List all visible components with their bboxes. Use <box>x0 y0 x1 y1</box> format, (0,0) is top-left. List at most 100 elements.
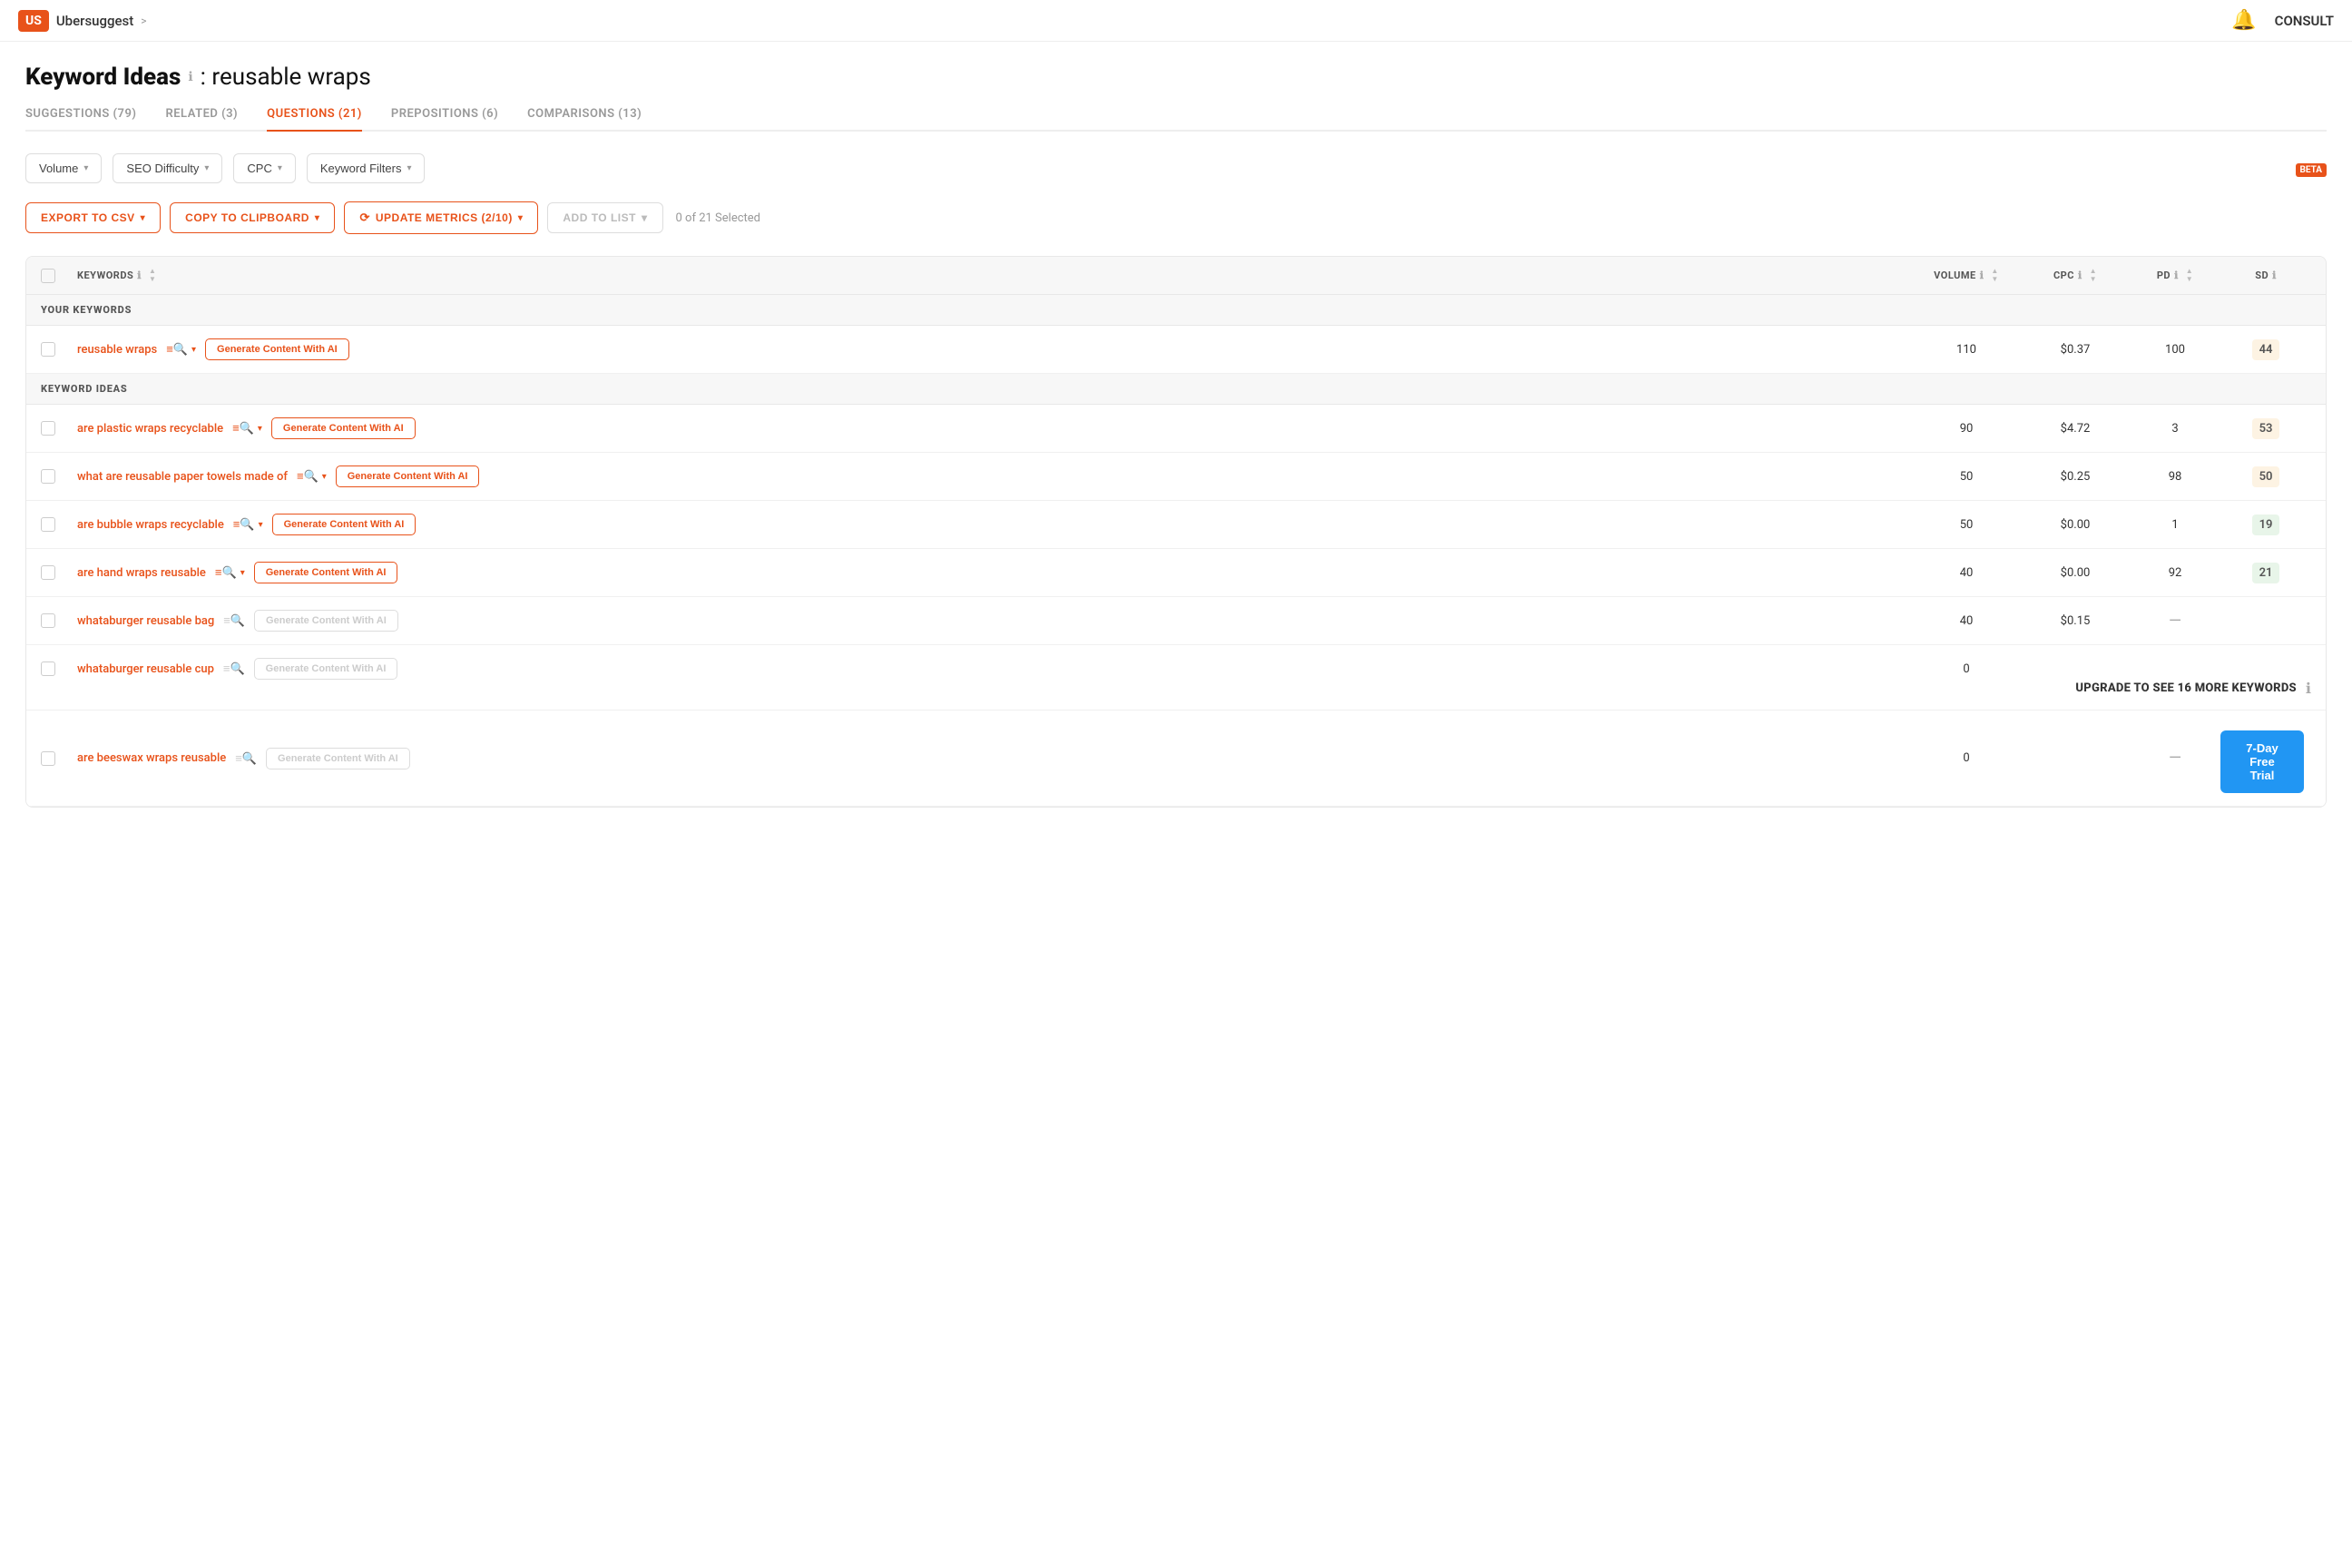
nav-left: US Ubersuggest > <box>18 10 147 32</box>
filter-cpc[interactable]: CPC ▾ <box>233 153 295 183</box>
header-cpc: CPC ℹ ▲▼ <box>2021 268 2130 283</box>
update-metrics-button[interactable]: ⟳ UPDATE METRICS (2/10) ▾ <box>344 201 538 234</box>
dropdown-icon[interactable]: ▾ <box>259 520 263 530</box>
add-to-list-label: ADD TO LIST <box>563 211 636 224</box>
search-icon[interactable]: ≡🔍 <box>232 421 254 436</box>
copy-clipboard-button[interactable]: COPY TO CLIPBOARD ▾ <box>170 202 335 233</box>
beta-badge: BETA <box>2296 163 2328 177</box>
dropdown-icon[interactable]: ▾ <box>191 345 196 355</box>
upgrade-info-icon[interactable]: ℹ <box>2306 680 2311 697</box>
cpc-info-icon[interactable]: ℹ <box>2078 270 2082 281</box>
tab-questions[interactable]: QUESTIONS (21) <box>267 107 362 132</box>
filter-seo-chevron: ▾ <box>204 163 209 173</box>
generate-content-button[interactable]: Generate Content With AI <box>336 466 480 487</box>
keywords-info-icon[interactable]: ℹ <box>137 270 142 281</box>
sd-info-icon[interactable]: ℹ <box>2272 270 2277 281</box>
row-checkbox[interactable] <box>41 342 55 357</box>
table-row: whataburger reusable bag ≡🔍 Generate Con… <box>26 597 2326 645</box>
export-csv-button[interactable]: EXPORT TO CSV ▾ <box>25 202 161 233</box>
search-icon[interactable]: ≡🔍 <box>297 469 318 484</box>
filter-volume[interactable]: Volume ▾ <box>25 153 102 183</box>
dropdown-icon[interactable]: ▾ <box>240 568 245 578</box>
pd-info-icon[interactable]: ℹ <box>2174 270 2179 281</box>
table-header: KEYWORDS ℹ ▲▼ VOLUME ℹ ▲▼ CPC ℹ ▲▼ <box>26 257 2326 295</box>
table-row: whataburger reusable cup ≡🔍 Generate Con… <box>26 645 2326 710</box>
tab-related[interactable]: RELATED (3) <box>165 107 238 132</box>
consult-text: CONSULT <box>2275 13 2334 29</box>
keywords-sort[interactable]: ▲▼ <box>149 268 156 283</box>
pd-value: 100 <box>2130 343 2220 357</box>
volume-value: 50 <box>1912 518 2021 532</box>
row-checkbox[interactable] <box>41 613 55 628</box>
keyword-link[interactable]: whataburger reusable cup <box>77 662 214 676</box>
select-all-checkbox[interactable] <box>41 269 55 283</box>
header-pd: PD ℹ ▲▼ <box>2130 268 2220 283</box>
table-row: are hand wraps reusable ≡🔍 ▾ Generate Co… <box>26 549 2326 597</box>
cpc-sort[interactable]: ▲▼ <box>2090 268 2097 283</box>
keyword-link[interactable]: are hand wraps reusable <box>77 566 206 580</box>
tab-suggestions[interactable]: SUGGESTIONS (79) <box>25 107 136 132</box>
volume-value: 40 <box>1912 614 2021 628</box>
row-checkbox[interactable] <box>41 565 55 580</box>
sd-cell: 44 <box>2220 342 2311 357</box>
filter-keyword-label: Keyword Filters <box>320 162 402 175</box>
search-icon[interactable]: ≡🔍 <box>215 565 237 580</box>
search-icon: ≡🔍 <box>223 613 245 628</box>
free-trial-button[interactable]: 7-Day Free Trial <box>2220 730 2304 793</box>
title-info-icon[interactable]: ℹ <box>188 70 192 84</box>
search-icon[interactable]: ≡🔍 <box>166 342 188 357</box>
tab-prepositions[interactable]: PREPOSITIONS (6) <box>391 107 498 132</box>
volume-info-icon[interactable]: ℹ <box>1980 270 1984 281</box>
row-checkbox[interactable] <box>41 421 55 436</box>
volume-value: 40 <box>1912 566 2021 580</box>
keyword-link[interactable]: what are reusable paper towels made of <box>77 470 288 484</box>
search-icon[interactable]: ≡🔍 <box>233 517 255 532</box>
cpc-value: $0.00 <box>2021 518 2130 532</box>
table-row: reusable wraps ≡🔍 ▾ Generate Content Wit… <box>26 326 2326 374</box>
generate-content-button-disabled: Generate Content With AI <box>254 658 398 680</box>
add-to-list-button[interactable]: ADD TO LIST ▾ <box>547 202 662 233</box>
sd-cell: 21 <box>2220 565 2311 580</box>
row-checkbox[interactable] <box>41 751 55 766</box>
filter-cpc-chevron: ▾ <box>278 163 282 173</box>
keyword-cell: what are reusable paper towels made of ≡… <box>77 466 1912 487</box>
bell-icon: 🔔 <box>2231 9 2256 32</box>
row-checkbox-cell <box>41 662 77 676</box>
tab-comparisons[interactable]: COMPARISONS (13) <box>527 107 642 132</box>
tabs-row: SUGGESTIONS (79) RELATED (3) QUESTIONS (… <box>25 107 2327 132</box>
top-nav: US Ubersuggest > 🔔 CONSULT <box>0 0 2352 42</box>
keyword-link[interactable]: reusable wraps <box>77 343 157 357</box>
keyword-link[interactable]: are plastic wraps recyclable <box>77 422 223 436</box>
filter-keyword-filters[interactable]: Keyword Filters ▾ <box>307 153 426 183</box>
keyword-link[interactable]: whataburger reusable bag <box>77 614 214 628</box>
sd-cell: 53 <box>2220 421 2311 436</box>
nav-logo: US <box>18 10 49 32</box>
keyword-icons: ≡🔍 <box>235 751 257 766</box>
cpc-value: $0.00 <box>2021 566 2130 580</box>
update-metrics-label: UPDATE METRICS (2/10) <box>376 211 513 224</box>
generate-content-button[interactable]: Generate Content With AI <box>271 417 416 439</box>
header-checkbox-cell <box>41 269 77 283</box>
generate-content-button-disabled: Generate Content With AI <box>266 748 410 769</box>
volume-value: 0 <box>1912 662 2021 676</box>
row-checkbox-cell <box>41 565 77 580</box>
dropdown-icon[interactable]: ▾ <box>322 472 327 482</box>
dropdown-icon[interactable]: ▾ <box>258 424 262 434</box>
volume-value: 50 <box>1912 470 2021 484</box>
export-csv-chevron: ▾ <box>141 213 146 223</box>
sd-cell: 19 <box>2220 517 2311 532</box>
generate-content-button[interactable]: Generate Content With AI <box>205 338 349 360</box>
pd-sort[interactable]: ▲▼ <box>2186 268 2193 283</box>
filter-seo-difficulty[interactable]: SEO Difficulty ▾ <box>113 153 222 183</box>
row-checkbox[interactable] <box>41 469 55 484</box>
pd-value: 98 <box>2130 470 2220 484</box>
keyword-name: : reusable wraps <box>201 64 371 91</box>
row-checkbox[interactable] <box>41 517 55 532</box>
row-checkbox[interactable] <box>41 662 55 676</box>
keyword-link[interactable]: are beeswax wraps reusable <box>77 751 226 765</box>
generate-content-button[interactable]: Generate Content With AI <box>272 514 416 535</box>
keywords-table: KEYWORDS ℹ ▲▼ VOLUME ℹ ▲▼ CPC ℹ ▲▼ <box>25 256 2327 808</box>
generate-content-button[interactable]: Generate Content With AI <box>254 562 398 583</box>
keyword-link[interactable]: are bubble wraps recyclable <box>77 518 224 532</box>
volume-sort[interactable]: ▲▼ <box>1991 268 1998 283</box>
